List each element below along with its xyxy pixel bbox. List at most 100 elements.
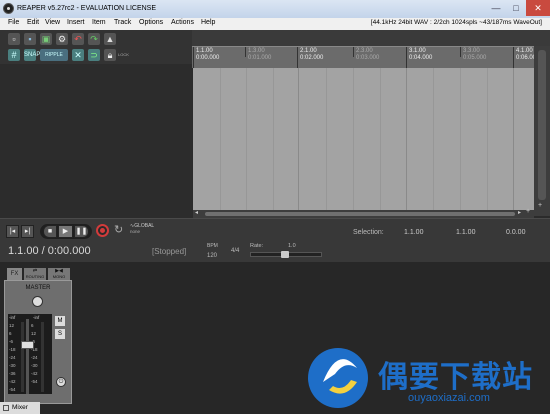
ruler-tick	[513, 47, 514, 68]
bpm-label: BPM	[207, 243, 218, 249]
peak-left: -inf	[9, 315, 16, 320]
master-io-icon[interactable]: ⏻	[56, 377, 66, 387]
record-icon[interactable]	[96, 224, 109, 237]
menu-actions[interactable]: Actions	[171, 19, 194, 26]
undo-icon[interactable]: ↶	[72, 33, 84, 45]
go-to-end-icon[interactable]: ▸|	[21, 225, 34, 238]
zoom-in-horizontal-icon[interactable]: +	[526, 208, 530, 215]
stop-icon[interactable]: ■	[43, 225, 57, 238]
envelope-points-icon[interactable]: ⊃	[88, 49, 100, 61]
master-label: MASTER	[25, 285, 51, 291]
solo-button[interactable]: S	[55, 329, 65, 339]
ruler-marker: 1.1.00 0:00.000	[196, 48, 220, 61]
pan-knob[interactable]	[32, 296, 43, 307]
left-meter-bar	[21, 322, 24, 392]
menu-view[interactable]: View	[45, 19, 60, 26]
grid-line	[460, 68, 461, 210]
ripple-label: RIPPLE	[45, 52, 63, 58]
menu-file[interactable]: File	[8, 19, 19, 26]
lock-label: LOCK	[118, 52, 129, 57]
bpm-value[interactable]: 120	[207, 253, 217, 259]
audio-device-status: [44.1kHz 24bit WAV : 2/2ch 1024spls ~43/…	[370, 19, 542, 26]
locking-icon[interactable]: 🔒︎	[104, 49, 116, 61]
minimize-button[interactable]: —	[486, 0, 506, 16]
project-settings-icon[interactable]: ⚙	[56, 33, 68, 45]
mixer-tab[interactable]: Mixer	[0, 402, 40, 414]
automation-mode: none	[130, 229, 141, 234]
ruler-tick	[297, 47, 298, 68]
mute-button[interactable]: M	[55, 316, 65, 326]
timeline-ruler[interactable]: 1.1.00 0:00.000 1.3.00 0:01.000 2.1.00 0:02…	[192, 46, 539, 68]
grid-line	[487, 68, 488, 210]
grid-line	[433, 68, 434, 210]
horizontal-scrollbar[interactable]: ◂ ▸ +	[193, 208, 534, 218]
routing-label: ROUTING	[25, 274, 45, 279]
ruler-tick	[406, 47, 407, 68]
zoom-in-vertical-icon[interactable]: +	[538, 202, 542, 209]
db-scale-left: 12 6 -6 -18 -24 -30 -36 -42 -54	[9, 323, 16, 392]
watermark-logo-icon	[308, 348, 368, 408]
ruler-marker: 2.1.00 0:02.000	[300, 48, 324, 61]
menu-options[interactable]: Options	[139, 19, 163, 26]
grid-line	[353, 68, 354, 210]
menu-item[interactable]: Item	[92, 19, 106, 26]
right-meter-bar	[41, 322, 44, 392]
save-project-icon[interactable]: ▣	[40, 33, 52, 45]
rate-slider[interactable]	[250, 251, 322, 258]
play-state: [Stopped]	[152, 247, 187, 256]
watermark-title: 偶要下载站	[378, 360, 533, 395]
grid-snap-icon[interactable]: #	[8, 49, 20, 61]
open-project-icon[interactable]: ▪	[24, 33, 36, 45]
vertical-scrollbar[interactable]: +	[534, 46, 550, 216]
repeat-icon[interactable]: ↻	[114, 223, 123, 236]
time-signature[interactable]: 4/4	[231, 248, 239, 254]
grid-line	[406, 68, 407, 210]
grid-line	[326, 68, 327, 210]
fader-track	[26, 319, 29, 394]
selection-end[interactable]: 1.1.00	[456, 229, 475, 236]
rate-value: 1.0	[288, 243, 296, 249]
scroll-left-icon[interactable]: ◂	[195, 209, 198, 216]
arrange-view[interactable]	[193, 68, 534, 210]
selection-start[interactable]: 1.1.00	[404, 229, 423, 236]
horizontal-scroll-thumb[interactable]	[205, 212, 515, 216]
watermark: 偶要下载站 ouyaoxiazai.com	[300, 340, 550, 414]
scroll-right-icon[interactable]: ▸	[518, 209, 521, 216]
track-control-panel[interactable]	[0, 64, 192, 218]
transport-bar: |◂ ▸| ■ ▶ ❚❚ ↻ ∿GLOBAL none Selection: 1.…	[0, 218, 550, 262]
auto-crossfade-icon[interactable]: ✕	[72, 49, 84, 61]
grid-line	[380, 68, 381, 210]
new-project-icon[interactable]: ▫	[8, 33, 20, 45]
selection-label: Selection:	[353, 229, 384, 236]
rate-label: Rate:	[250, 243, 264, 249]
ripple-edit-icon[interactable]: RIPPLE	[40, 49, 68, 61]
volume-fader-handle[interactable]	[21, 341, 34, 349]
grid-line	[513, 68, 514, 210]
menu-help[interactable]: Help	[201, 19, 215, 26]
vertical-scroll-thumb[interactable]	[538, 50, 546, 200]
metronome-icon[interactable]: ▲	[104, 33, 116, 45]
ruler-marker: 3.1.00 0:04.000	[409, 48, 433, 61]
time-position-display[interactable]: 1.1.00 / 0:00.000	[8, 245, 91, 257]
global-automation-button[interactable]: ∿GLOBAL none	[130, 223, 154, 234]
menu-edit[interactable]: Edit	[27, 19, 39, 26]
snap-toggle[interactable]: SNAP	[24, 49, 40, 61]
redo-icon[interactable]: ↷	[88, 33, 100, 45]
play-icon[interactable]: ▶	[58, 225, 73, 238]
rate-slider-handle[interactable]	[281, 251, 289, 258]
go-to-start-icon[interactable]: |◂	[6, 225, 19, 238]
title-bar: REAPER v5.27rc2 - EVALUATION LICENSE — □…	[0, 0, 550, 18]
grid-line	[273, 68, 274, 210]
grid-line	[220, 68, 221, 210]
mixer-tab-label: Mixer	[12, 404, 28, 411]
db-scale-right: 612-6-18-24-30-42-54	[31, 323, 38, 384]
selection-length[interactable]: 0.0.00	[506, 229, 525, 236]
menu-insert[interactable]: Insert	[67, 19, 85, 26]
ruler-tick	[245, 47, 246, 57]
main-toolbar: ▫ ▪ ▣ ⚙ ↶ ↷ ▲ # SNAP RIPPLE ✕ ⊃ 🔒︎ LOCK	[0, 30, 192, 64]
pause-icon[interactable]: ❚❚	[74, 225, 89, 238]
menu-track[interactable]: Track	[114, 19, 131, 26]
master-channel-strip: MASTER M S -inf -inf 12 6 -6 -18 -24 -30 -36 -4…	[4, 280, 72, 404]
close-button[interactable]: ✕	[526, 0, 550, 16]
maximize-button[interactable]: □	[507, 0, 525, 16]
